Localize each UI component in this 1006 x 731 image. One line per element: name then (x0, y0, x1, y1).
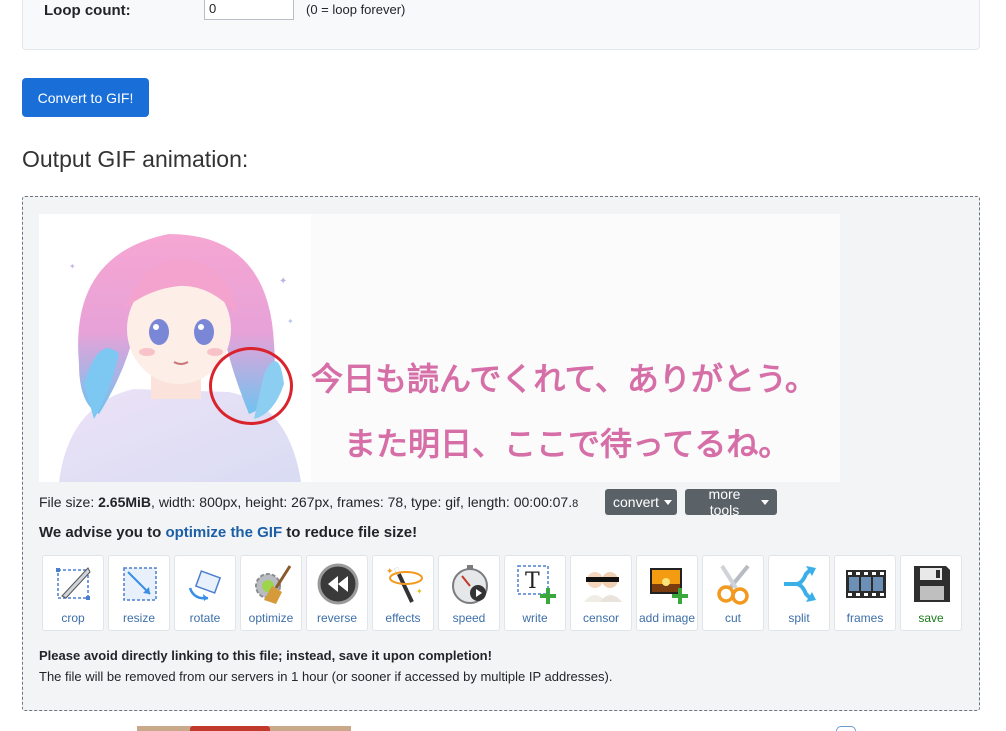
caret-down-icon (761, 499, 769, 505)
output-gif-panel: ✦ ✦ ✦ 今日も読んでくれて、ありがとう。 また明日、ここで待ってるね。 Fi… (22, 196, 980, 711)
text-add-icon: T (517, 565, 556, 604)
optimize-advice: We advise you to optimize the GIF to red… (39, 524, 417, 541)
tool-add-image[interactable]: add image (636, 555, 698, 631)
tool-frames-label: frames (846, 611, 884, 625)
file-info-prefix: File size: (39, 494, 99, 510)
tool-frames[interactable]: frames (834, 555, 896, 631)
loop-count-hint: (0 = loop forever) (306, 2, 406, 17)
advice-text-after: to reduce file size! (282, 524, 418, 541)
tool-speed-label: speed (452, 611, 486, 625)
crop-icon (56, 567, 91, 600)
tool-write[interactable]: T write (504, 555, 566, 631)
convert-to-gif-button[interactable]: Convert to GIF! (22, 78, 149, 117)
file-removal-notice: The file will be removed from our server… (39, 669, 613, 684)
tool-rotate-label: rotate (189, 611, 221, 625)
tool-split-label: split (788, 611, 810, 625)
svg-text:✦: ✦ (386, 566, 394, 576)
tool-write-label: write (522, 611, 548, 625)
svg-text:T: T (525, 569, 540, 594)
output-section-title: Output GIF animation: (22, 146, 249, 172)
tool-reverse[interactable]: reverse (306, 555, 368, 631)
optimize-gif-link[interactable]: optimize the GIF (165, 524, 282, 541)
tool-optimize[interactable]: optimize (240, 555, 302, 631)
more-tools-dropdown-label: more tools (708, 486, 741, 518)
file-info-length-tail: 8 (572, 498, 579, 510)
tool-resize-label: resize (122, 611, 155, 625)
tool-resize[interactable]: resize (108, 555, 170, 631)
film-strip-icon (846, 570, 886, 598)
ad-info-icon[interactable] (836, 726, 856, 731)
tool-save-label: save (918, 611, 944, 625)
tool-rotate[interactable]: rotate (174, 555, 236, 631)
scissors-icon (717, 564, 750, 605)
anime-girl-illustration: ✦ ✦ ✦ (39, 214, 311, 482)
convert-dropdown-button[interactable]: convert (605, 489, 677, 515)
linking-warning: Please avoid directly linking to this fi… (39, 648, 492, 663)
tool-censor-label: censor (582, 611, 620, 625)
file-info: File size: 2.65MiB, width: 800px, height… (39, 494, 578, 510)
reverse-icon (317, 563, 359, 605)
convert-dropdown-label: convert (613, 494, 659, 510)
add-image-icon (650, 568, 688, 604)
rotate-icon (188, 570, 222, 601)
tool-censor[interactable]: censor (570, 555, 632, 631)
tool-optimize-label: optimize (248, 611, 294, 625)
split-arrow-icon (784, 566, 816, 602)
gif-caption-line-2: また明日、ここで待ってるね。 (344, 425, 791, 463)
output-gif-image[interactable]: ✦ ✦ ✦ 今日も読んでくれて、ありがとう。 また明日、ここで待ってるね。 (39, 214, 840, 482)
gif-options-panel: Loop count: (0 = loop forever) (22, 0, 980, 50)
censor-icon (584, 572, 622, 602)
svg-text:✦: ✦ (279, 276, 287, 287)
stopwatch-icon (452, 565, 488, 604)
tool-crop[interactable]: crop (42, 555, 104, 631)
tool-crop-label: crop (61, 611, 85, 625)
svg-text:✦: ✦ (416, 587, 423, 596)
tool-cut-label: cut (724, 611, 741, 625)
floppy-disk-icon (914, 566, 950, 602)
tool-cut[interactable]: cut (702, 555, 764, 631)
tool-effects[interactable]: ✦ ✦ effects (372, 555, 434, 631)
advice-text-before: We advise you to (39, 524, 166, 541)
optimize-broom-icon (255, 565, 292, 604)
tool-save[interactable]: save (900, 555, 962, 631)
tool-split[interactable]: split (768, 555, 830, 631)
tool-speed[interactable]: speed (438, 555, 500, 631)
tool-reverse-label: reverse (316, 611, 357, 625)
caret-down-icon (663, 499, 672, 505)
loop-count-label: Loop count: (44, 2, 131, 19)
tool-effects-label: effects (385, 611, 421, 625)
file-info-details: , width: 800px, height: 267px, frames: 7… (151, 494, 573, 510)
more-tools-dropdown-button[interactable]: more tools (685, 486, 777, 518)
svg-text:✦: ✦ (69, 262, 76, 271)
gif-caption-line-1: 今日も読んでくれて、ありがとう。 (311, 360, 817, 398)
loop-count-input[interactable] (204, 0, 294, 20)
file-size-value: 2.65MiB (98, 494, 152, 510)
resize-icon (123, 567, 157, 601)
tool-add-image-label: add image (638, 611, 696, 625)
magic-wand-icon: ✦ ✦ (386, 566, 423, 603)
svg-text:✦: ✦ (287, 317, 294, 326)
ad-banner-accent (190, 726, 270, 731)
optimize-highlight-circle (209, 347, 293, 425)
